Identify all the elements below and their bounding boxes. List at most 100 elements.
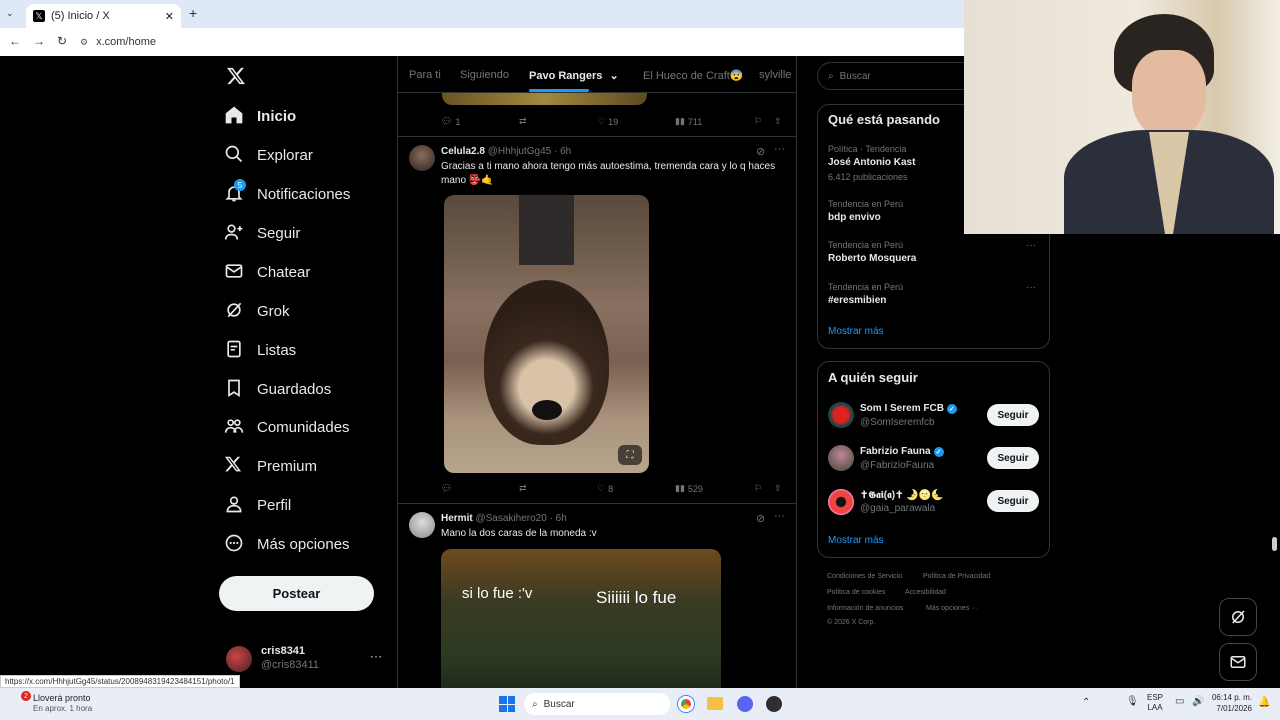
tab-hueco-craft[interactable]: El Hueco de Craft😨 [643,69,744,82]
nav-chatear[interactable]: Chatear [224,257,310,287]
tweet-time[interactable]: · 6h [550,513,567,524]
forward-icon[interactable]: → [33,34,45,48]
reload-icon[interactable]: ↻ [57,34,67,48]
share-action[interactable]: ⇧ [774,483,782,494]
follow-button[interactable]: Seguir [987,447,1039,469]
tab-pavo-rangers[interactable]: Pavo Rangers ⌄ [529,69,619,82]
network-icon[interactable]: ▭ [1175,696,1184,707]
url-field[interactable]: ⚙ x.com/home [80,33,960,51]
explorer-app-icon[interactable] [707,697,723,710]
tab-search-icon[interactable]: ⌄ [6,8,20,22]
bookmark-action[interactable]: ⚐ [754,483,762,494]
like-action[interactable]: ♡ 8 [597,483,613,494]
tray-chevron-icon[interactable]: ⌃ [1082,697,1090,708]
footer-accessibility[interactable]: Accesibilidad [905,589,946,596]
share-action[interactable]: ⇧ [774,116,782,127]
avatar[interactable] [409,145,435,171]
reply-action[interactable]: 💬︎ 1 [441,116,460,127]
trend-name[interactable]: bdp envivo [828,212,881,223]
nav-mas-opciones[interactable]: Más opciones [224,529,350,559]
obs-app-icon[interactable] [766,696,782,712]
tweet-time[interactable]: · 6h [554,146,571,157]
retweet-action[interactable]: ⇄ [519,483,527,494]
retweet-action[interactable]: ⇄ [519,116,527,127]
scrollbar-thumb[interactable] [1272,537,1277,551]
start-icon[interactable] [499,696,515,712]
like-action[interactable]: ♡ 19 [597,116,618,127]
account-switcher[interactable]: cris8341 @cris83411 ··· [226,644,386,674]
back-icon[interactable]: ← [9,34,21,48]
show-more-trends[interactable]: Mostrar más [828,326,884,337]
tweet-photo[interactable]: ⛶ [444,195,649,473]
more-icon[interactable]: ··· [370,649,382,663]
follow-name[interactable]: Fabrizio Fauna ✓ [860,446,944,457]
tab-para-ti[interactable]: Para ti [409,69,441,81]
show-more-follow[interactable]: Mostrar más [828,535,884,546]
chrome-app-icon[interactable] [678,696,694,712]
lang-indicator[interactable]: ESP LAA [1147,693,1163,713]
tweet-author-name[interactable]: Celula2.8 [441,146,485,157]
follow-button[interactable]: Seguir [987,490,1039,512]
taskbar-search[interactable]: ⌕ Buscar [524,693,670,715]
follow-name[interactable]: Som I Serem FCB ✓ [860,403,957,414]
messages-float-button[interactable] [1219,643,1257,681]
tab-sylville[interactable]: sylville [759,69,791,81]
nav-perfil[interactable]: Perfil [224,490,291,520]
avatar[interactable] [828,402,854,428]
avatar[interactable] [828,445,854,471]
nav-comunidades[interactable]: Comunidades [224,412,350,442]
more-icon[interactable]: ··· [1026,240,1036,251]
reply-action[interactable]: 💬︎ [441,483,452,494]
nav-explorar[interactable]: Explorar [224,140,313,170]
tweet-2[interactable]: Hermit @Sasakihero20 · 6h ⊘ ··· Mano la … [398,504,796,688]
search-input[interactable]: ⌕ Buscar [817,62,977,90]
footer-cookies[interactable]: Política de cookies [827,589,885,596]
tweet-1[interactable]: Celula2.8 @HhhjutGg45 · 6h ⊘ ··· Gracias… [398,137,796,503]
avatar[interactable] [828,489,854,515]
new-tab-icon[interactable]: + [189,5,197,21]
trend-name[interactable]: José Antonio Kast [828,157,915,168]
footer-more[interactable]: Más opciones ··· [926,605,978,612]
grok-icon[interactable]: ⊘ [756,512,765,525]
nav-inicio[interactable]: Inicio [224,101,296,131]
post-button[interactable]: Postear [219,576,374,611]
footer-terms[interactable]: Condiciones de Servicio [827,573,902,580]
nav-listas[interactable]: Listas [224,335,296,365]
tweet-video[interactable]: si lo fue :'v Siiiiii lo fue [441,549,721,688]
follow-button[interactable]: Seguir [987,404,1039,426]
mic-icon[interactable]: 🎙 [1126,696,1139,707]
x-logo-icon[interactable] [226,66,248,88]
clock[interactable]: 06:14 p. m. 7/01/2026 [1208,692,1252,714]
alt-text-icon[interactable]: ⛶ [618,445,642,465]
trend-name[interactable]: Roberto Mosquera [828,253,916,264]
nav-notificaciones[interactable]: 5 Notificaciones [224,179,350,209]
grok-icon[interactable]: ⊘ [756,145,765,158]
nav-premium[interactable]: Premium [224,451,317,481]
tweet-author-handle[interactable]: @HhhjutGg45 [488,146,552,157]
weather-widget[interactable]: 🌧 2 Lloverá pronto En aprox. 1 hora [12,691,122,717]
more-icon[interactable]: ··· [1026,282,1036,293]
nav-seguir[interactable]: Seguir [224,218,300,248]
trend-name[interactable]: #eresmibien [828,295,886,306]
discord-app-icon[interactable] [737,696,753,712]
volume-icon[interactable]: 🔊 [1192,696,1204,707]
bookmark-action[interactable]: ⚐ [754,116,762,127]
nav-grok[interactable]: Grok [224,296,290,326]
footer-ads-info[interactable]: Información de anuncios [827,605,903,612]
views-action[interactable]: ▮▮ 529 [675,483,703,494]
notification-center-icon[interactable]: 🔔 [1258,697,1270,708]
views-action[interactable]: ▮▮ 711 [675,116,702,127]
more-icon[interactable]: ··· [774,143,785,155]
nav-guardados[interactable]: Guardados [224,374,331,404]
site-info-icon[interactable]: ⚙ [80,37,88,48]
follow-name[interactable]: ✝𝕲𝖆𝖎(𝖆)✝ 🌛🌝🌜 [860,490,944,501]
tweet-author-handle[interactable]: @Sasakihero20 [475,513,546,524]
avatar[interactable] [409,512,435,538]
browser-tab[interactable]: 𝕏 (5) Inicio / X ✕ [26,4,181,28]
more-icon[interactable]: ··· [774,510,785,522]
tab-close-icon[interactable]: ✕ [165,10,174,23]
tab-siguiendo[interactable]: Siguiendo [460,69,509,81]
footer-privacy[interactable]: Política de Privacidad [923,573,990,580]
prev-tweet-image[interactable] [442,93,647,105]
grok-float-button[interactable] [1219,598,1257,636]
